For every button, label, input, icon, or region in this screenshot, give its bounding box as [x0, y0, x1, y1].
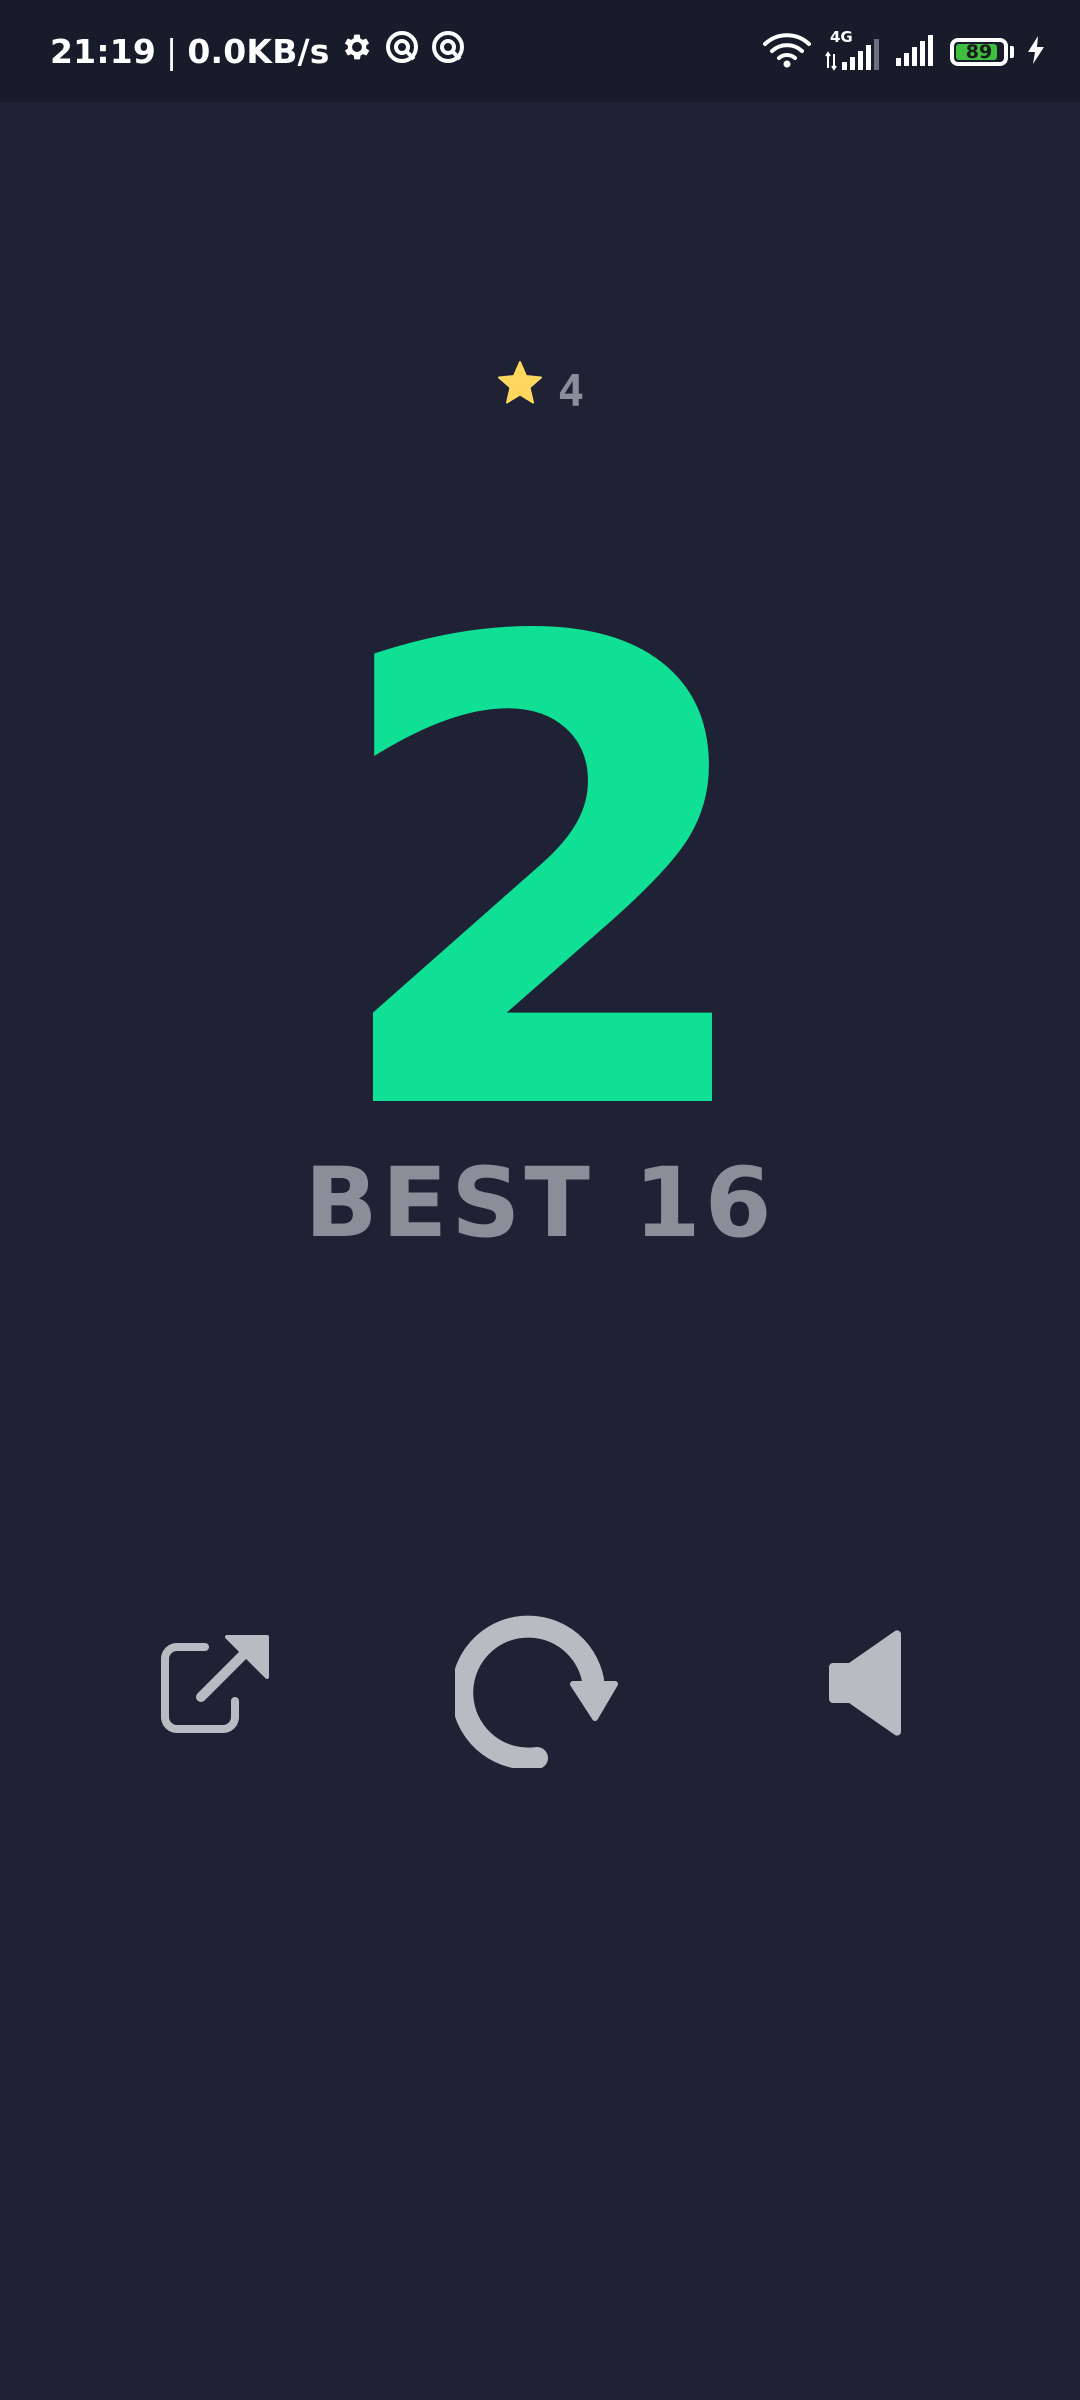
battery-level: 89: [965, 40, 993, 63]
share-button[interactable]: [150, 1620, 280, 1750]
battery-tip: [1010, 46, 1014, 58]
game-screen: 21:19 | 0.0KB/s 4G 89 4 2 BEST 16: [0, 0, 1080, 2400]
share-external-icon: [157, 1633, 273, 1737]
charging-bolt-icon: [1026, 35, 1046, 69]
stars-count: 4: [557, 366, 585, 417]
best-label: BEST: [304, 1147, 594, 1259]
status-bar: 21:19 | 0.0KB/s 4G 89: [0, 0, 1080, 102]
best-score: BEST 16: [0, 1155, 1080, 1251]
best-value: 16: [633, 1147, 776, 1259]
stars-counter: 4: [0, 356, 1080, 414]
cellular-signal-icon: [894, 32, 938, 72]
controls: [0, 1600, 1080, 1780]
star-icon: [496, 359, 544, 411]
sound-button[interactable]: [810, 1620, 920, 1750]
restart-button[interactable]: [450, 1600, 630, 1780]
wifi-icon: [762, 32, 812, 72]
app-notification-icon: [430, 29, 466, 73]
status-right: 4G 89: [762, 28, 1046, 74]
gear-icon: [340, 30, 374, 72]
battery-icon: 89: [950, 38, 1008, 66]
current-score: 2: [322, 507, 767, 1252]
status-left: 21:19 | 0.0KB/s: [50, 26, 466, 76]
status-separator: |: [166, 31, 178, 71]
app-notification-icon: [384, 29, 420, 73]
status-time: 21:19: [50, 31, 157, 71]
restart-icon: [451, 1608, 625, 1772]
cellular-signal-icon: 4G: [824, 28, 882, 72]
network-speed: 0.0KB/s: [187, 31, 330, 71]
speaker-icon: [825, 1627, 905, 1743]
